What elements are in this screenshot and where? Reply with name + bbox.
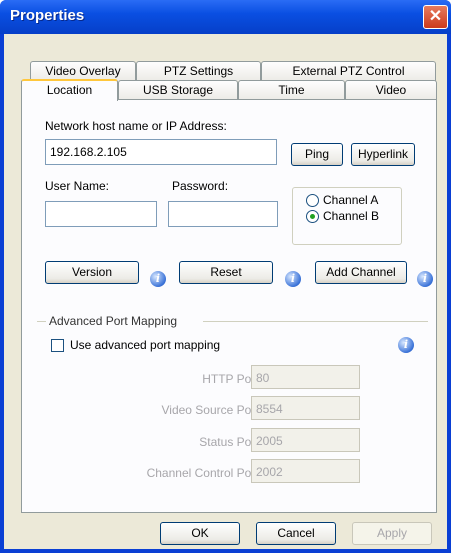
http-port-input[interactable]: 80	[251, 365, 360, 389]
hyperlink-button[interactable]: Hyperlink	[351, 143, 415, 166]
ping-button[interactable]: Ping	[291, 143, 343, 166]
add-channel-info-icon[interactable]: i	[417, 271, 433, 287]
title-bar[interactable]: Properties ✕	[0, 0, 451, 34]
group-line-right	[203, 321, 428, 322]
tab-video-overlay[interactable]: Video Overlay	[30, 61, 136, 81]
password-label: Password:	[172, 179, 229, 193]
video-source-port-label: Video Source Port:	[161, 403, 262, 417]
host-input[interactable]: 192.168.2.105	[45, 139, 277, 165]
tab-video[interactable]: Video	[345, 80, 437, 100]
dialog-body: Video Overlay PTZ Settings External PTZ …	[4, 34, 447, 549]
tab-time[interactable]: Time	[238, 80, 345, 100]
group-line-left	[37, 321, 46, 322]
close-button[interactable]: ✕	[423, 5, 448, 29]
close-icon: ✕	[428, 8, 443, 25]
advanced-info-icon[interactable]: i	[398, 337, 414, 353]
advanced-mapping-label[interactable]: Use advanced port mapping	[70, 338, 220, 352]
channel-a-radio[interactable]	[306, 194, 319, 207]
properties-window: Properties ✕ Video Overlay PTZ Settings …	[0, 0, 451, 553]
tab-usb-storage[interactable]: USB Storage	[118, 80, 238, 100]
reset-button[interactable]: Reset	[179, 261, 273, 284]
tab-ptz-settings[interactable]: PTZ Settings	[136, 61, 261, 81]
window-title: Properties	[10, 7, 85, 24]
video-source-port-input[interactable]: 8554	[251, 396, 360, 420]
apply-button[interactable]: Apply	[352, 522, 432, 545]
status-port-input[interactable]: 2005	[251, 428, 360, 452]
add-channel-button[interactable]: Add Channel	[315, 261, 407, 284]
username-input[interactable]	[45, 201, 157, 227]
advanced-group-label: Advanced Port Mapping	[49, 314, 178, 328]
password-input[interactable]	[168, 201, 278, 227]
channel-b-label[interactable]: Channel B	[323, 209, 379, 223]
reset-info-icon[interactable]: i	[285, 271, 301, 287]
cancel-button[interactable]: Cancel	[256, 522, 336, 545]
version-button[interactable]: Version	[45, 261, 139, 284]
channel-a-label[interactable]: Channel A	[323, 193, 378, 207]
version-info-icon[interactable]: i	[150, 271, 166, 287]
host-label: Network host name or IP Address:	[45, 119, 227, 133]
ok-button[interactable]: OK	[160, 522, 240, 545]
channel-control-port-input[interactable]: 2002	[251, 459, 360, 483]
tab-external-ptz-control[interactable]: External PTZ Control	[261, 61, 436, 81]
channel-b-radio[interactable]	[306, 210, 319, 223]
location-tab-panel: Network host name or IP Address: 192.168…	[21, 99, 437, 513]
advanced-mapping-checkbox[interactable]	[51, 339, 64, 352]
username-label: User Name:	[45, 179, 110, 193]
tab-location[interactable]: Location	[21, 79, 118, 101]
channel-control-port-label: Channel Control Port:	[146, 466, 262, 480]
